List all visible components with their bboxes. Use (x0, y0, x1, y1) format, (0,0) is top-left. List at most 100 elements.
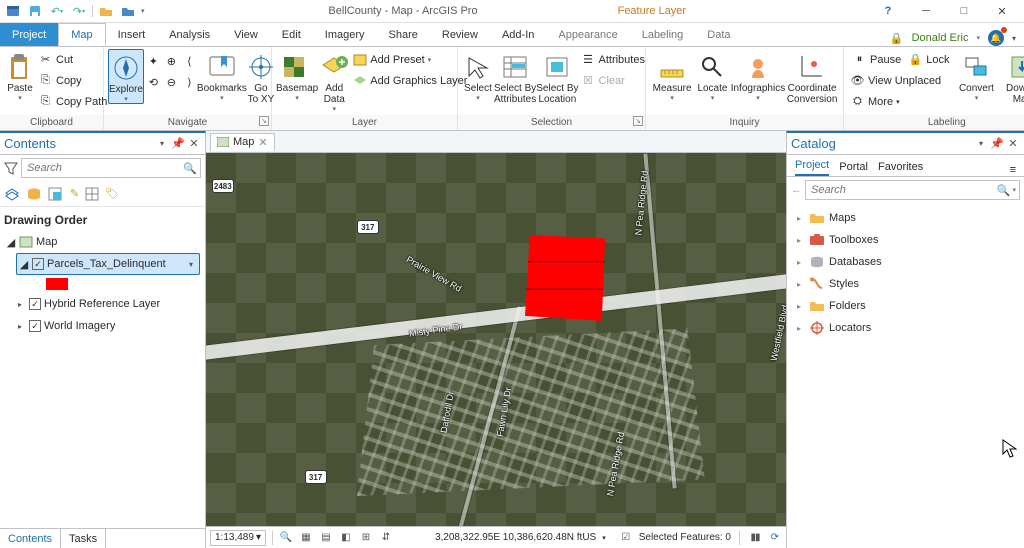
select-button[interactable]: Select▾ (462, 49, 494, 102)
layer-expand-icon[interactable]: ▸ (18, 300, 26, 309)
close-icon[interactable]: ✕ (986, 2, 1018, 20)
map-frame-collapser-icon[interactable]: ◢ (6, 237, 16, 247)
filter-icon[interactable] (4, 161, 18, 175)
prev-extent-icon[interactable]: ⟨ (182, 55, 197, 69)
layer-visibility-checkbox[interactable]: ✓ (29, 298, 41, 310)
project-icon[interactable] (4, 2, 22, 20)
contents-search-input[interactable]: 🔍 (21, 158, 201, 178)
tab-insert[interactable]: Insert (106, 23, 158, 46)
catalog-tab-project[interactable]: Project (795, 155, 829, 176)
clear-selection-button[interactable]: ☒Clear (579, 70, 647, 91)
tab-appearance[interactable]: Appearance (546, 23, 629, 46)
tab-analysis[interactable]: Analysis (157, 23, 222, 46)
catalog-tab-favorites[interactable]: Favorites (878, 157, 923, 176)
layer-hybrid-label[interactable]: Hybrid Reference Layer (44, 298, 160, 310)
list-editing-icon[interactable]: ✎ (70, 187, 79, 200)
basemap-button[interactable]: Basemap▾ (276, 49, 318, 102)
add-graphics-layer-button[interactable]: Add Graphics Layer (350, 70, 469, 91)
bookmarks-button[interactable]: Bookmarks▾ (199, 49, 245, 102)
catalog-search-input[interactable]: 🔍 ▾ (805, 180, 1020, 200)
add-preset-button[interactable]: Add Preset▾ (350, 49, 469, 70)
search-icon[interactable]: 🔍 (183, 162, 197, 175)
layer-parcels-label[interactable]: Parcels_Tax_Delinquent (47, 258, 166, 270)
layer-collapser-icon[interactable]: ◢ (19, 259, 29, 269)
select-by-location-button[interactable]: Select By Location (536, 49, 578, 105)
ribbon-dropdown-icon[interactable]: ▾ (1012, 34, 1016, 43)
locate-button[interactable]: Locate▾ (694, 49, 731, 102)
catalog-item-maps[interactable]: ▸Maps (791, 207, 1020, 229)
sb-dynamic-icon[interactable]: ◧ (339, 531, 353, 545)
catalog-menu-icon[interactable]: ≡ (1010, 164, 1016, 176)
explore-button[interactable]: Explore▾ (108, 49, 144, 104)
map-tab-close-icon[interactable]: ✕ (258, 136, 267, 149)
copy-button[interactable]: ⎘Copy (36, 70, 109, 91)
contents-autohide-icon[interactable]: 📌 (171, 137, 185, 151)
layer-imagery-label[interactable]: World Imagery (44, 320, 115, 332)
sb-zoom-layer-icon[interactable]: 🔍 (279, 531, 293, 545)
catalog-item-databases[interactable]: ▸Databases (791, 251, 1020, 273)
map-view-tab[interactable]: Map ✕ (210, 133, 275, 151)
add-data-button[interactable]: Add Data▾ (318, 49, 350, 113)
more-labeling-button[interactable]: ⛭More▾ (848, 91, 953, 112)
tab-map[interactable]: Map (58, 23, 105, 46)
catalog-item-styles[interactable]: ▸Styles (791, 273, 1020, 295)
sb-constraints-icon[interactable]: ⊞ (359, 531, 373, 545)
scale-input[interactable]: 1:13,489 ▾ (210, 530, 266, 546)
contents-options-icon[interactable]: ▾ (155, 137, 169, 151)
tab-view[interactable]: View (222, 23, 270, 46)
tab-share[interactable]: Share (377, 23, 430, 46)
navigate-launcher-icon[interactable]: ↘ (259, 116, 269, 126)
notifications-icon[interactable]: 🔔 (988, 30, 1004, 46)
lock-labeling-button[interactable]: 🔒Lock (906, 49, 951, 70)
next-extent-icon[interactable]: ⟩ (182, 76, 197, 90)
user-name[interactable]: Donald Eric (912, 32, 969, 44)
fixed-zoom-in-icon[interactable]: ⊕ (164, 55, 179, 69)
tab-edit[interactable]: Edit (270, 23, 313, 46)
cut-button[interactable]: ✂Cut (36, 49, 109, 70)
map-frame-label[interactable]: Map (36, 236, 57, 248)
refresh-icon[interactable]: ⟳ (768, 531, 782, 545)
tab-imagery[interactable]: Imagery (313, 23, 377, 46)
convert-labels-button[interactable]: Convert▾ (953, 49, 999, 102)
catalog-autohide-icon[interactable]: 📌 (990, 137, 1004, 151)
list-labeling-icon[interactable]: 🏷 (105, 187, 119, 200)
catalog-close-icon[interactable]: ✕ (1006, 137, 1020, 151)
tab-review[interactable]: Review (430, 23, 490, 46)
select-by-attributes-button[interactable]: Select By Attributes (494, 49, 536, 105)
measure-button[interactable]: Measure▾ (650, 49, 694, 102)
download-map-button[interactable]: Downlc Map (999, 49, 1024, 105)
pause-labeling-button[interactable]: ⏸Pause (850, 49, 903, 70)
catalog-item-locators[interactable]: ▸Locators (791, 317, 1020, 339)
pause-drawing-icon[interactable]: ▮▮ (748, 531, 762, 545)
list-source-icon[interactable] (26, 187, 42, 201)
layer-expand-icon[interactable]: ▸ (18, 322, 26, 331)
tab-project[interactable]: Project (0, 23, 58, 46)
paste-button[interactable]: Paste ▾ (4, 49, 36, 102)
redo-icon[interactable]: ↷▾ (70, 2, 88, 20)
full-extent-icon[interactable]: ✦ (146, 55, 161, 69)
layer-visibility-checkbox[interactable]: ✓ (29, 320, 41, 332)
list-snapping-icon[interactable] (85, 187, 99, 201)
tab-addin[interactable]: Add-In (490, 23, 546, 46)
infographics-button[interactable]: Infographics▾ (731, 49, 785, 102)
save-icon[interactable] (26, 2, 44, 20)
coordinate-conversion-button[interactable]: Coordinate Conversion (785, 49, 839, 105)
list-drawing-order-icon[interactable] (4, 186, 20, 202)
contents-close-icon[interactable]: ✕ (187, 137, 201, 151)
rotate-icon[interactable]: ⟲ (146, 76, 161, 90)
bottom-tab-tasks[interactable]: Tasks (61, 529, 106, 548)
selected-features-icon[interactable]: ☑ (619, 531, 633, 545)
search-icon[interactable]: 🔍 (997, 184, 1011, 197)
attributes-button[interactable]: ☰Attributes (579, 49, 647, 70)
view-unplaced-button[interactable]: 👁View Unplaced (848, 70, 953, 91)
tab-data[interactable]: Data (695, 23, 742, 46)
fixed-zoom-out-icon[interactable]: ⊖ (164, 76, 179, 90)
catalog-back-icon[interactable]: ← (791, 184, 802, 196)
catalog-tab-portal[interactable]: Portal (839, 157, 868, 176)
undo-icon[interactable]: ↶▾ (48, 2, 66, 20)
open-project-icon[interactable] (97, 2, 115, 20)
bottom-tab-contents[interactable]: Contents (0, 529, 61, 548)
layer-visibility-checkbox[interactable]: ✓ (32, 258, 44, 270)
tab-labeling[interactable]: Labeling (630, 23, 696, 46)
copy-path-button[interactable]: ⎘Copy Path (36, 91, 109, 112)
